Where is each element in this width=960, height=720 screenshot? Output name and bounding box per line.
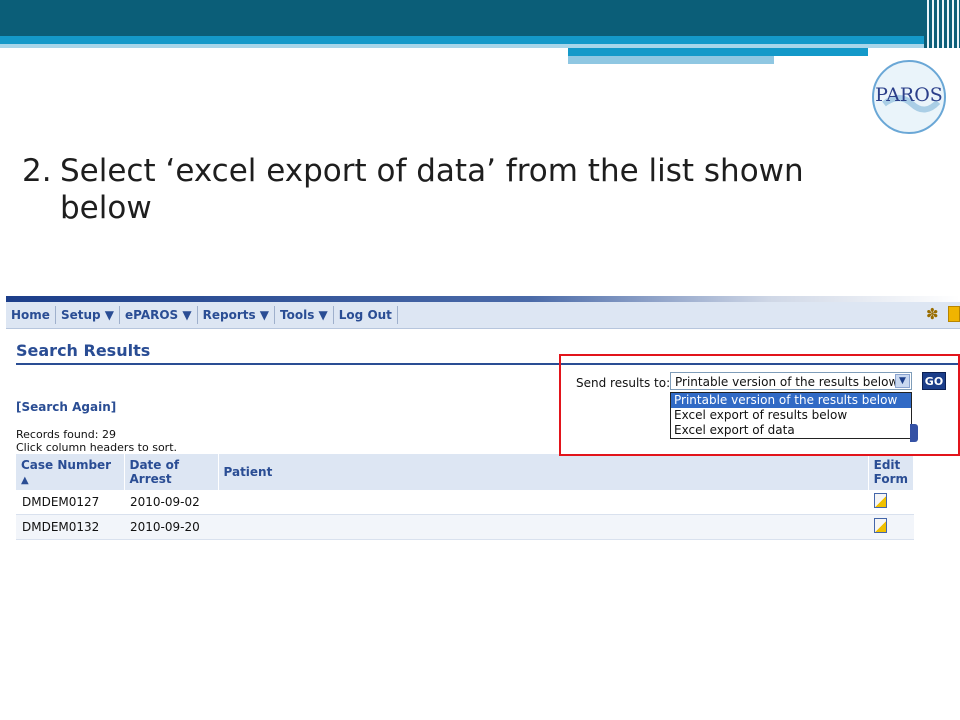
slide-header-bar xyxy=(0,0,960,36)
gear-icon[interactable]: ✽ xyxy=(926,306,942,322)
col-date-of-arrest[interactable]: Date of Arrest xyxy=(124,454,219,490)
instruction-line-2: below xyxy=(60,190,152,226)
cell-edit xyxy=(868,490,914,515)
nav-icons: ✽ xyxy=(926,306,960,322)
app-screenshot: Home Setup ▼ ePAROS ▼ Reports ▼ Tools ▼ … xyxy=(6,296,960,542)
nav-logout[interactable]: Log Out xyxy=(334,306,398,324)
records-found: Records found: 29 xyxy=(16,428,116,441)
sort-asc-icon: ▲ xyxy=(21,475,29,486)
table-header-row: Case Number ▲ Date of Arrest Patient Edi… xyxy=(16,454,915,490)
nav-eparos[interactable]: ePAROS ▼ xyxy=(120,306,198,324)
paros-logo-icon: PAROS xyxy=(872,60,946,134)
search-again-link[interactable]: [Search Again] xyxy=(16,400,116,414)
records-info: Records found: 29 Click column headers t… xyxy=(16,428,177,454)
step-number: 2. xyxy=(22,153,52,189)
edit-form-icon[interactable] xyxy=(874,493,888,508)
sort-hint: Click column headers to sort. xyxy=(16,441,178,454)
mail-icon[interactable] xyxy=(948,306,960,322)
cell-case-number: DMDEM0127 xyxy=(16,490,124,515)
nav-tools[interactable]: Tools ▼ xyxy=(275,306,334,324)
cell-patient xyxy=(218,490,869,515)
col-patient[interactable]: Patient xyxy=(218,454,869,490)
edit-form-icon[interactable] xyxy=(874,518,888,533)
slide-sub-bar-light xyxy=(568,56,774,64)
slide-corner-stripes xyxy=(924,0,960,48)
col-case-number[interactable]: Case Number ▲ xyxy=(16,454,125,490)
table-row: DMDEM0132 2010-09-20 xyxy=(16,514,914,540)
cell-date: 2010-09-02 xyxy=(124,490,218,515)
cell-case-number: DMDEM0132 xyxy=(16,514,124,540)
nav-setup[interactable]: Setup ▼ xyxy=(56,306,120,324)
slide-sub-bar xyxy=(568,48,868,56)
cell-edit xyxy=(868,514,914,540)
logo-text: PAROS xyxy=(875,84,943,106)
nav-home[interactable]: Home xyxy=(6,306,56,324)
red-highlight-box xyxy=(559,354,960,456)
page-title: Search Results xyxy=(16,341,151,360)
table-row: DMDEM0127 2010-09-02 xyxy=(16,490,914,515)
cell-patient xyxy=(218,514,869,540)
instruction-line-1: Select ‘excel export of data’ from the l… xyxy=(60,153,804,189)
results-table: Case Number ▲ Date of Arrest Patient Edi… xyxy=(16,454,915,540)
col-edit-form: Edit Form xyxy=(868,454,915,490)
cell-date: 2010-09-20 xyxy=(124,514,218,540)
nav-reports[interactable]: Reports ▼ xyxy=(198,306,276,324)
main-nav-bar: Home Setup ▼ ePAROS ▼ Reports ▼ Tools ▼ … xyxy=(6,302,960,329)
slide-instruction: 2. Select ‘excel export of data’ from the… xyxy=(22,153,902,227)
